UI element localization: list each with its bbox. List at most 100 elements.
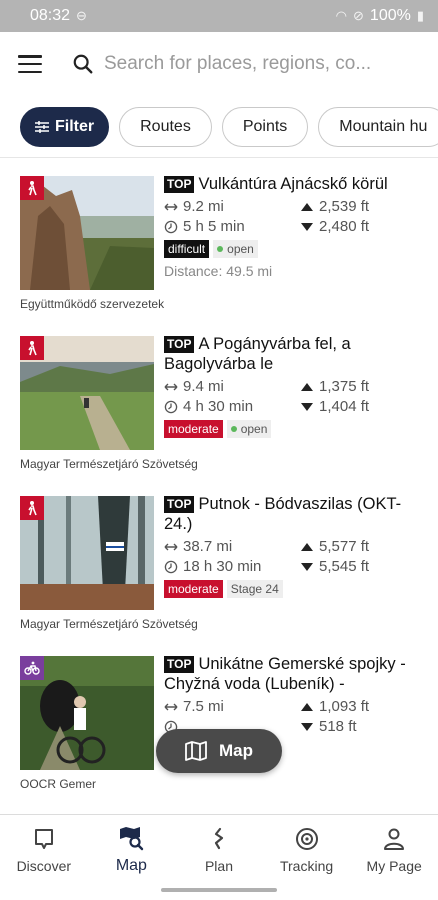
tour-ascent: 1,375 ft xyxy=(319,378,370,395)
length-icon xyxy=(164,703,178,710)
tour-card[interactable]: TOP Putnok - Bódvaszilas (OKT-24.) 38.7 m… xyxy=(0,478,438,638)
tour-duration: 4 h 30 min xyxy=(183,398,254,415)
activity-badge xyxy=(20,176,44,200)
tour-source: Magyar Természetjáró Szövetség xyxy=(20,457,198,471)
wifi-icon: ◠ xyxy=(335,8,348,23)
hiking-icon xyxy=(28,341,37,356)
tour-source: Együttműködő szervezetek xyxy=(20,297,165,311)
tour-title: TOP Vulkántúra Ajnácskő körül xyxy=(164,174,428,194)
activity-badge xyxy=(20,496,44,520)
top-tag: TOP xyxy=(164,656,195,673)
search-bar xyxy=(0,32,438,96)
nav-plan-label: Plan xyxy=(204,857,233,874)
tour-card[interactable]: TOP Vulkántúra Ajnácskő körül 9.2 mi 2,53… xyxy=(0,158,438,318)
length-icon xyxy=(164,383,178,390)
do-not-disturb-icon: ⊘ xyxy=(353,8,364,23)
filter-label: Filter xyxy=(55,117,95,135)
map-toggle-button[interactable]: Map xyxy=(156,729,282,773)
filter-button[interactable]: Filter xyxy=(20,106,110,147)
tour-title: TOP Putnok - Bódvaszilas (OKT-24.) xyxy=(164,494,428,534)
map-button-label: Map xyxy=(219,741,253,760)
clock-icon xyxy=(164,560,178,573)
hiking-icon xyxy=(28,501,37,516)
nav-discover[interactable]: Discover xyxy=(0,815,88,884)
ascent-icon xyxy=(301,382,313,391)
tour-ascent: 2,539 ft xyxy=(319,198,370,215)
activity-badge xyxy=(20,656,44,680)
search-icon xyxy=(73,54,93,74)
nav-my-page[interactable]: My Page xyxy=(350,815,438,884)
status-time: 08:32 xyxy=(30,7,71,24)
tour-descent: 1,404 ft xyxy=(319,398,370,415)
status-badge: open xyxy=(213,240,258,258)
difficulty-badge: moderate xyxy=(164,580,223,598)
tour-list: TOP Vulkántúra Ajnácskő körül 9.2 mi 2,53… xyxy=(0,158,438,814)
tour-source: OOCR Gemer xyxy=(20,777,97,791)
stage-badge: Stage 24 xyxy=(226,580,283,598)
descent-icon xyxy=(301,562,313,571)
nav-my-page-label: My Page xyxy=(366,857,422,874)
difficulty-badge: difficult xyxy=(164,240,210,258)
nav-map[interactable]: Map xyxy=(88,815,176,884)
battery-level: 100% xyxy=(369,7,411,24)
ascent-icon xyxy=(301,702,313,711)
tour-title-text: Putnok - Bódvaszilas (OKT-24.) xyxy=(164,495,402,533)
user-profile-icon xyxy=(384,828,405,850)
chip-mountain-huts[interactable]: Mountain hu xyxy=(318,106,438,147)
tour-image xyxy=(20,176,154,290)
status-label: open xyxy=(240,422,268,436)
hamburger-menu-icon[interactable] xyxy=(18,55,42,73)
mountain-bike-icon xyxy=(24,661,40,675)
tour-length: 7.5 mi xyxy=(183,698,224,715)
open-status-dot xyxy=(230,426,237,432)
descent-icon xyxy=(301,402,313,411)
descent-icon xyxy=(301,722,313,731)
tour-length: 38.7 mi xyxy=(183,538,233,555)
tour-card[interactable]: TOP A Pogányvárba fel, a Bagolyvárba le 9… xyxy=(0,318,438,478)
chip-points[interactable]: Points xyxy=(221,106,309,147)
search-input[interactable] xyxy=(104,53,424,75)
open-status-dot xyxy=(217,246,224,252)
gesture-bar xyxy=(0,884,438,900)
tour-card[interactable]: TOP Unikátne Gemerské spojky - Chyžná vod… xyxy=(0,638,438,798)
battery-icon: ▮ xyxy=(416,8,424,23)
top-tag: TOP xyxy=(164,176,195,193)
clock-icon xyxy=(164,400,178,413)
nav-discover-label: Discover xyxy=(16,857,72,874)
tour-ascent: 5,577 ft xyxy=(319,538,370,555)
nav-tracking[interactable]: Tracking xyxy=(263,815,351,884)
tour-title-text: Unikátne Gemerské spojky - Chyžná voda (… xyxy=(164,655,406,693)
ascent-icon xyxy=(301,542,313,551)
nav-map-label: Map xyxy=(115,856,147,874)
chip-routes[interactable]: Routes xyxy=(119,106,212,147)
difficulty-badge: moderate xyxy=(164,420,223,438)
top-tag: TOP xyxy=(164,336,195,353)
tracking-icon xyxy=(295,827,318,850)
tour-image xyxy=(20,496,154,610)
tour-length: 9.2 mi xyxy=(183,198,224,215)
tour-distance: Distance: 49.5 mi xyxy=(164,263,273,279)
tour-descent: 518 ft xyxy=(319,718,357,735)
nav-plan[interactable]: Plan xyxy=(175,815,263,884)
tour-duration: 5 h 5 min xyxy=(183,218,245,235)
notification-icon: ⊖ xyxy=(76,8,87,23)
length-icon xyxy=(164,543,178,550)
map-search-icon xyxy=(120,826,144,850)
tour-title: TOP Unikátne Gemerské spojky - Chyžná vod… xyxy=(164,654,428,694)
descent-icon xyxy=(301,222,313,231)
status-bar: 08:32 ⊖ ◠ ⊘ 100% ▮ xyxy=(0,0,438,32)
tour-descent: 2,480 ft xyxy=(319,218,370,235)
tour-ascent: 1,093 ft xyxy=(319,698,370,715)
home-indicator[interactable] xyxy=(161,888,277,892)
map-icon xyxy=(185,741,207,761)
nav-tracking-label: Tracking xyxy=(279,857,334,874)
discover-icon xyxy=(34,828,53,849)
plan-route-icon xyxy=(214,827,224,849)
tour-image xyxy=(20,336,154,450)
tour-image xyxy=(20,656,154,770)
activity-badge xyxy=(20,336,44,360)
tour-length: 9.4 mi xyxy=(183,378,224,395)
tour-source: Magyar Természetjáró Szövetség xyxy=(20,617,198,631)
status-badge: open xyxy=(226,420,272,438)
length-icon xyxy=(164,203,178,210)
